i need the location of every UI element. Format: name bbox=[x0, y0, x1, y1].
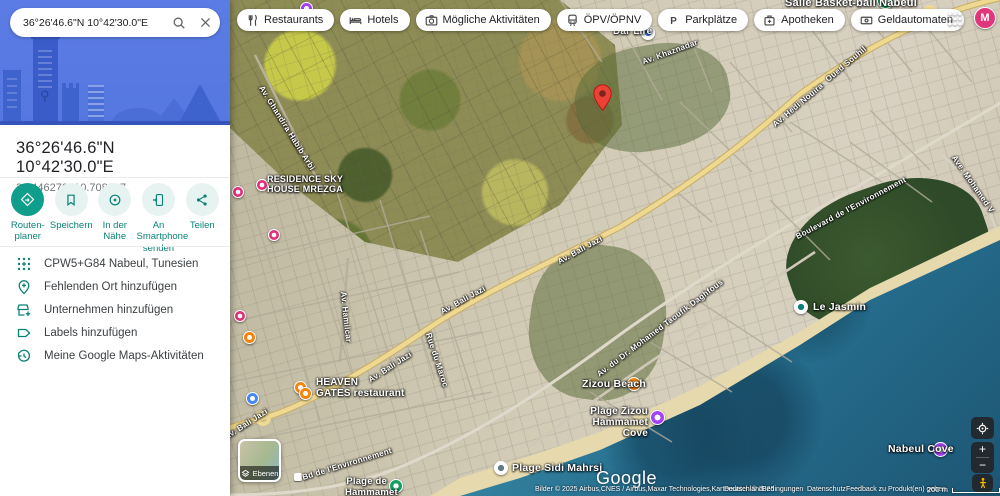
terms-link[interactable]: Bedingungen bbox=[762, 486, 803, 493]
country-link[interactable]: Deutschland bbox=[724, 486, 763, 493]
layers-label: Ebenen bbox=[253, 469, 279, 478]
action-label: In der Nähe bbox=[93, 220, 137, 243]
history-icon bbox=[16, 348, 32, 364]
scale-label: 200 m bbox=[927, 485, 948, 494]
category-chips: Restaurants Hotels Mögliche Aktivitäten … bbox=[237, 9, 964, 31]
menu-item-maps-activity[interactable]: Meine Google Maps-Aktivitäten bbox=[0, 345, 230, 367]
bookmark-icon bbox=[64, 193, 78, 207]
menu-item-label: Unternehmen hinzufügen bbox=[44, 304, 173, 316]
add-place-pin-icon bbox=[16, 279, 32, 295]
action-label: An Smartphone senden bbox=[137, 220, 181, 254]
chip-label: ÖPV/ÖPNV bbox=[584, 14, 641, 26]
pin-glyph: ⚲ bbox=[40, 88, 50, 104]
menu-item-add-labels[interactable]: Labels hinzufügen bbox=[0, 322, 230, 344]
hotel-marker[interactable] bbox=[268, 229, 280, 241]
map-canvas[interactable]: Av. Khaznadar Av. Ghandira Habib Arbi Av… bbox=[230, 0, 1000, 496]
le-jasmin-marker[interactable] bbox=[794, 300, 808, 314]
pharmacy-icon bbox=[763, 14, 776, 27]
send-to-phone-icon bbox=[152, 193, 166, 207]
place-panel: ⚲ 36°26'46.6"N 10°42'30.0"E 36.446270, 1… bbox=[0, 0, 230, 496]
label-tag-icon bbox=[16, 325, 32, 341]
poi-label-salle-basketball[interactable]: Salle Basket-ball Nabeul bbox=[785, 0, 917, 9]
account-avatar[interactable]: M bbox=[974, 7, 996, 29]
share-button[interactable]: Teilen bbox=[181, 183, 225, 254]
poi-label-heaven-gates[interactable]: HEAVEN GATES restaurant bbox=[316, 377, 405, 399]
layers-icon bbox=[241, 469, 250, 478]
menu-item-add-missing-place[interactable]: Fehlenden Ort hinzufügen bbox=[0, 276, 230, 298]
train-icon bbox=[566, 14, 579, 27]
chip-label: Parkplätze bbox=[685, 14, 737, 26]
chip-hotels[interactable]: Hotels bbox=[340, 9, 409, 31]
search-input[interactable] bbox=[10, 17, 166, 29]
restaurant-marker[interactable] bbox=[299, 387, 312, 400]
share-icon bbox=[195, 193, 209, 207]
chip-restaurants[interactable]: Restaurants bbox=[237, 9, 334, 31]
action-label: Teilen bbox=[181, 220, 225, 231]
svg-text:P: P bbox=[670, 15, 677, 26]
google-apps-grid-icon[interactable] bbox=[948, 12, 962, 26]
send-to-phone-button[interactable]: An Smartphone senden bbox=[137, 183, 181, 254]
camera-icon bbox=[425, 14, 438, 27]
place-menu: CPW5+G84 Nabeul, Tunesien Fehlenden Ort … bbox=[0, 253, 230, 368]
divider bbox=[0, 177, 230, 178]
plus-code-icon bbox=[16, 256, 32, 272]
poi-label-sidi-mahrsi[interactable]: Plage Sidi Mahrsi bbox=[512, 462, 602, 474]
action-buttons: Routen- planer Speichern In der Nähe An … bbox=[0, 183, 230, 254]
chip-label: Mögliche Aktivitäten bbox=[443, 14, 540, 26]
poi-label-zizou-beach[interactable]: Zizou Beach bbox=[582, 378, 646, 390]
parking-icon: P bbox=[667, 14, 680, 27]
map-attribution: Bilder © 2025 Airbus,CNES / Airbus,Maxar… bbox=[230, 484, 1000, 495]
chip-transit[interactable]: ÖPV/ÖPNV bbox=[557, 9, 652, 31]
place-title: 36°26'46.6"N 10°42'30.0"E bbox=[16, 139, 214, 177]
pegman-street-view[interactable] bbox=[972, 474, 993, 492]
restaurants-icon bbox=[246, 14, 259, 27]
search-icon[interactable] bbox=[166, 10, 192, 36]
add-business-icon bbox=[16, 302, 32, 318]
chip-label: Geldautomaten bbox=[878, 14, 953, 26]
zoom-control: + − bbox=[971, 442, 994, 473]
privacy-link[interactable]: Datenschutz bbox=[807, 486, 846, 493]
sidi-mahrsi-marker[interactable] bbox=[494, 461, 508, 475]
close-icon[interactable] bbox=[192, 10, 218, 36]
nearby-icon bbox=[108, 193, 122, 207]
hotel-marker[interactable] bbox=[232, 186, 244, 198]
parking-marker-blue[interactable] bbox=[246, 392, 259, 405]
chip-pharmacies[interactable]: Apotheken bbox=[754, 9, 845, 31]
menu-item-label: CPW5+G84 Nabeul, Tunesien bbox=[44, 258, 198, 270]
zoom-out-button[interactable]: − bbox=[971, 459, 994, 472]
nearby-button[interactable]: In der Nähe bbox=[93, 183, 137, 254]
dropped-pin[interactable] bbox=[593, 84, 612, 111]
plage-zizou-marker[interactable] bbox=[650, 410, 665, 425]
search-box bbox=[10, 8, 220, 37]
directions-icon bbox=[20, 192, 35, 207]
chip-label: Hotels bbox=[367, 14, 398, 26]
google-maps-app: Av. Khaznadar Av. Ghandira Habib Arbi Av… bbox=[0, 0, 1000, 496]
restaurant-marker[interactable] bbox=[243, 331, 256, 344]
menu-item-add-business[interactable]: Unternehmen hinzufügen bbox=[0, 299, 230, 321]
atm-icon bbox=[860, 14, 873, 27]
chip-parking[interactable]: P Parkplätze bbox=[658, 9, 748, 31]
my-location-button[interactable] bbox=[971, 417, 994, 439]
zoom-in-button[interactable]: + bbox=[971, 443, 994, 456]
directions-button[interactable]: Routen- planer bbox=[6, 183, 50, 254]
poi-label-nabeul-cove[interactable]: Nabeul Cove bbox=[888, 443, 954, 455]
menu-item-label: Meine Google Maps-Aktivitäten bbox=[44, 350, 204, 362]
hotel-marker[interactable] bbox=[234, 310, 246, 322]
menu-item-label: Fehlenden Ort hinzufügen bbox=[44, 281, 177, 293]
chip-activities[interactable]: Mögliche Aktivitäten bbox=[416, 9, 551, 31]
menu-item-label: Labels hinzufügen bbox=[44, 327, 137, 339]
poi-label-plage-zizou[interactable]: Plage Zizou Hammamet Cove bbox=[582, 406, 648, 439]
poi-label-residence-sky[interactable]: RESIDENCE SKY HOUSE MREZGA bbox=[267, 174, 343, 194]
action-label: Routen- planer bbox=[6, 220, 50, 243]
chip-label: Restaurants bbox=[264, 14, 323, 26]
hotels-icon bbox=[349, 14, 362, 27]
poi-label-le-jasmin[interactable]: Le Jasmin bbox=[813, 301, 866, 313]
menu-item-plus-code[interactable]: CPW5+G84 Nabeul, Tunesien bbox=[0, 253, 230, 275]
action-label: Speichern bbox=[50, 220, 94, 231]
divider bbox=[0, 246, 230, 247]
chip-label: Apotheken bbox=[781, 14, 834, 26]
save-button[interactable]: Speichern bbox=[50, 183, 94, 254]
layers-button[interactable]: Ebenen bbox=[238, 439, 281, 482]
